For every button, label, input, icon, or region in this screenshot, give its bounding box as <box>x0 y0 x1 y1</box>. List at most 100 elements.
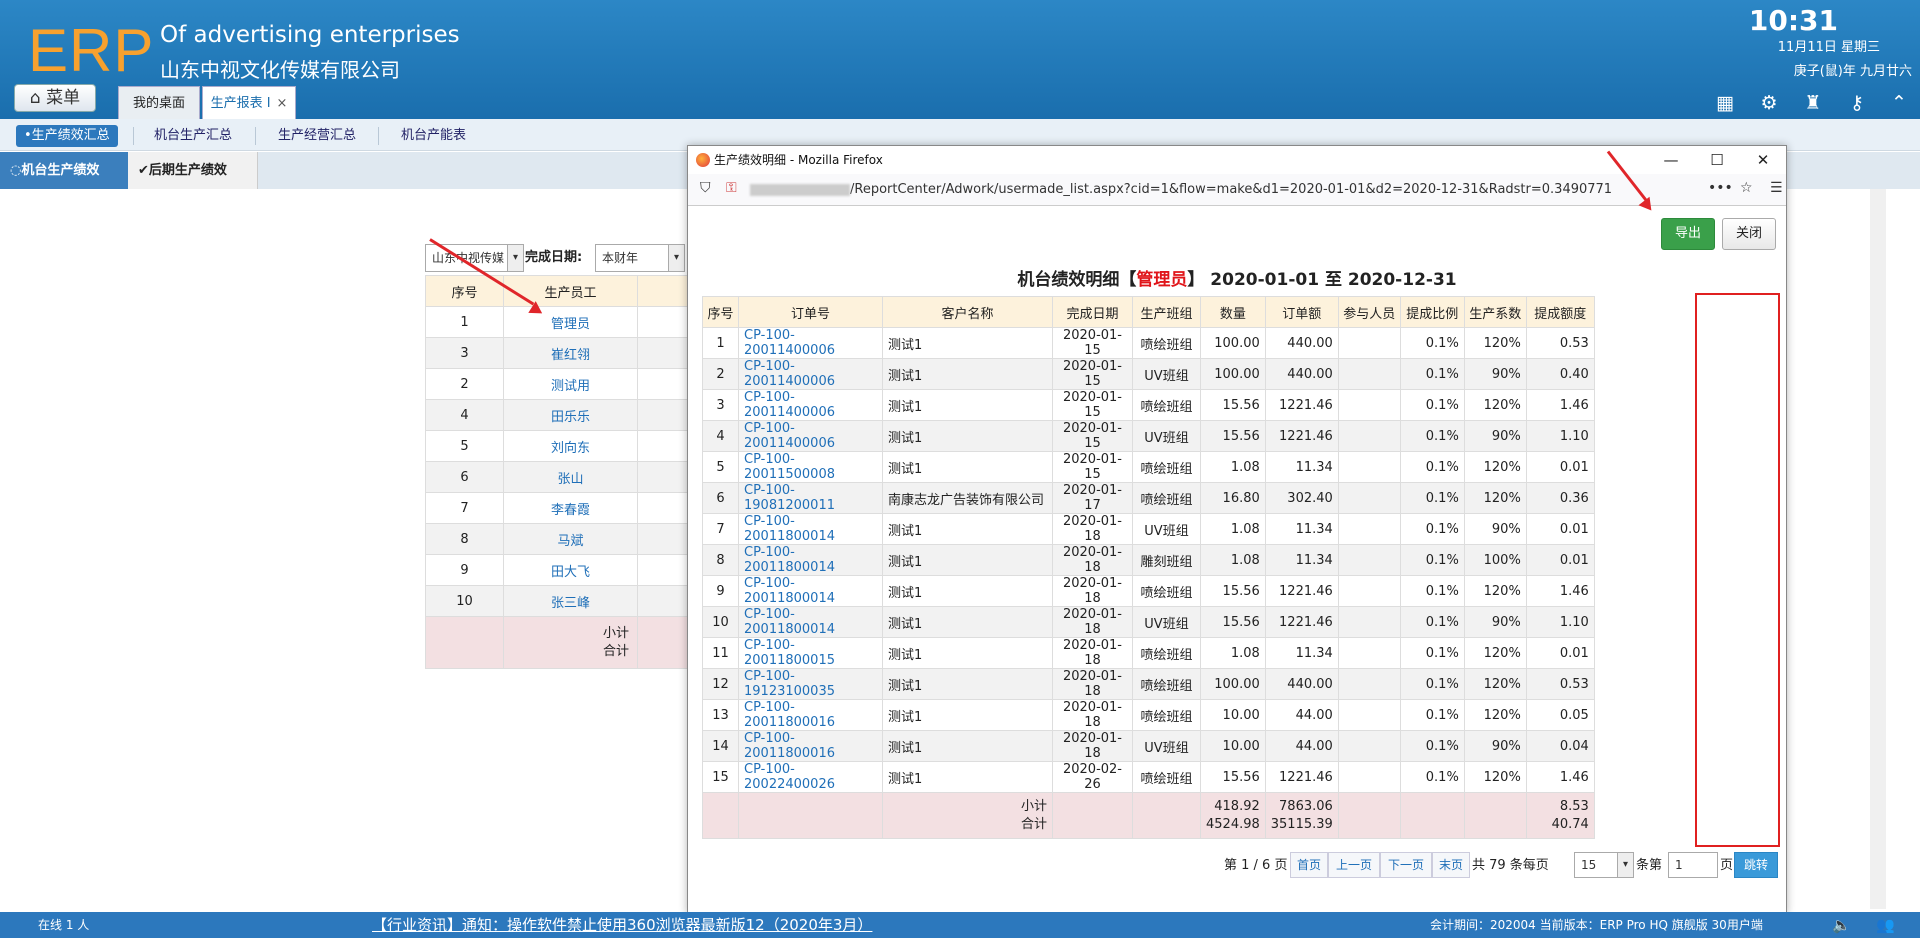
table-cell: UV班组 <box>1132 513 1201 545</box>
page-scrollbar[interactable] <box>1870 189 1886 909</box>
table-row: 15 CP-100-20022400026 测试1 2020-02-26 喷绘班组 15.… <box>702 761 1595 793</box>
table-cell: 2020-01-15 <box>1052 451 1133 483</box>
employee-link[interactable]: 马斌 <box>503 523 638 555</box>
url-field[interactable]: /ReportCenter/Adwork/usermade_list.aspx?… <box>750 179 1612 201</box>
more-icon[interactable]: ••• <box>1708 180 1733 196</box>
tab-my-desktop[interactable]: 我的桌面 <box>118 86 200 119</box>
order-link[interactable]: CP-100-20022400026 <box>738 761 883 793</box>
prev-page-button[interactable]: 上一页 <box>1328 852 1380 878</box>
volume-icon[interactable]: 🔈 <box>1832 912 1851 938</box>
tab-post-performance[interactable]: ✔后期生产绩效 <box>128 152 258 189</box>
firefox-icon <box>696 153 710 167</box>
table-cell: 2020-01-15 <box>1052 420 1133 452</box>
order-link[interactable]: CP-100-20011500008 <box>738 451 883 483</box>
employee-link[interactable]: 田乐乐 <box>503 399 638 431</box>
tab-machine-performance[interactable]: ◌机台生产绩效 <box>0 152 128 189</box>
status-bar: 在线 1 人 【行业资讯】通知：操作软件禁止使用360浏览器最新版12（2020… <box>0 912 1920 938</box>
table-cell <box>1337 451 1401 483</box>
order-link[interactable]: CP-100-20011400006 <box>738 358 883 390</box>
order-link[interactable]: CP-100-19081200011 <box>738 482 883 514</box>
order-link[interactable]: CP-100-20011400006 <box>738 420 883 452</box>
employee-link[interactable]: 测试用 <box>503 368 638 400</box>
insecure-lock-icon[interactable]: ⚿ <box>726 180 737 196</box>
last-page-button[interactable]: 末页 <box>1432 852 1470 878</box>
table-cell: 喷绘班组 <box>1132 575 1201 607</box>
order-link[interactable]: CP-100-20011800016 <box>738 730 883 762</box>
employee-table: 序号 生产员工 1 管理员 3 崔红翎 2 测试用 4 田乐乐 5 刘向东 6 张山 7 李春霞 8 马斌 9 田大… <box>425 275 698 669</box>
hamburger-icon[interactable]: ☰ <box>1770 180 1783 196</box>
column-header: 提成额度 <box>1525 296 1595 328</box>
goto-page-input[interactable]: 1 <box>1668 852 1718 878</box>
table-cell: 90% <box>1463 513 1527 545</box>
table-row: 12 CP-100-19123100035 测试1 2020-01-18 喷绘班组 100… <box>702 668 1595 700</box>
table-cell: 0.04 <box>1525 730 1595 762</box>
close-icon[interactable]: × <box>277 96 288 111</box>
row-index: 4 <box>425 399 504 431</box>
table-cell: 南康志龙广告装饰有限公司 <box>882 482 1053 514</box>
shield-icon[interactable]: ⛉ <box>700 180 711 196</box>
employee-link[interactable]: 张三峰 <box>503 585 638 617</box>
employee-link[interactable]: 刘向东 <box>503 430 638 462</box>
order-link[interactable]: CP-100-19123100035 <box>738 668 883 700</box>
subnav-operation-summary[interactable]: 生产经营汇总 <box>270 125 364 147</box>
close-button[interactable]: 关闭 <box>1722 218 1776 250</box>
order-link[interactable]: CP-100-20011800014 <box>738 544 883 576</box>
key-icon[interactable]: ⚷ <box>1846 92 1868 114</box>
table-row: 1 管理员 <box>425 306 698 338</box>
table-cell: 0.1% <box>1399 761 1465 793</box>
table-cell: 15 <box>702 761 739 793</box>
address-bar[interactable]: ⛉ ⚿ /ReportCenter/Adwork/usermade_list.a… <box>688 174 1786 206</box>
menu-button[interactable]: ⌂ 菜单 <box>14 84 96 112</box>
table-cell: 0.1% <box>1399 544 1465 576</box>
table-cell: 测试1 <box>882 451 1053 483</box>
tab-production-report[interactable]: 生产报表 I × <box>202 86 296 119</box>
table-cell: 120% <box>1463 389 1527 421</box>
table-cell: 2020-01-18 <box>1052 575 1133 607</box>
order-link[interactable]: CP-100-20011400006 <box>738 389 883 421</box>
subnav-performance-summary[interactable]: •生产绩效汇总 <box>16 125 118 147</box>
subnav-machine-summary[interactable]: 机台生产汇总 <box>146 125 240 147</box>
maximize-button[interactable]: ☐ <box>1694 146 1740 174</box>
table-cell: 测试1 <box>882 327 1053 359</box>
first-page-button[interactable]: 首页 <box>1290 852 1328 878</box>
chevron-down-icon: ▾ <box>1617 853 1633 877</box>
order-link[interactable]: CP-100-20011800015 <box>738 637 883 669</box>
table-cell: 1 <box>702 327 739 359</box>
close-window-button[interactable]: ✕ <box>1740 146 1786 174</box>
order-link[interactable]: CP-100-20011800016 <box>738 699 883 731</box>
table-row: 6 张山 <box>425 461 698 493</box>
table-cell: 11.34 <box>1264 451 1339 483</box>
goto-button[interactable]: 跳转 <box>1734 852 1778 878</box>
employee-link[interactable]: 崔红翎 <box>503 337 638 369</box>
gear-icon[interactable]: ⚙ <box>1758 92 1780 114</box>
collapse-icon[interactable]: ⌃ <box>1888 92 1910 114</box>
table-cell: 15.56 <box>1200 389 1266 421</box>
date-select[interactable]: 本财年 ▾ <box>595 244 685 272</box>
order-link[interactable]: CP-100-20011800014 <box>738 575 883 607</box>
employee-link[interactable]: 李春霞 <box>503 492 638 524</box>
circle-icon: ◌ <box>10 163 22 178</box>
table-row: 2 CP-100-20011400006 测试1 2020-01-15 UV班组 100.… <box>702 358 1595 390</box>
grid-add-icon[interactable]: ▦ <box>1714 92 1736 114</box>
minimize-button[interactable]: — <box>1648 146 1694 174</box>
table-cell: 1.10 <box>1525 606 1595 638</box>
table-row: 14 CP-100-20011800016 测试1 2020-01-18 UV班组 10.… <box>702 730 1595 762</box>
shirt-icon[interactable]: ♜ <box>1802 92 1824 114</box>
star-icon[interactable]: ☆ <box>1740 180 1753 196</box>
per-page-select[interactable]: 15 ▾ <box>1574 852 1634 878</box>
employee-link[interactable]: 张山 <box>503 461 638 493</box>
table-cell: 测试1 <box>882 730 1053 762</box>
table-cell: 1.46 <box>1525 575 1595 607</box>
order-link[interactable]: CP-100-20011400006 <box>738 327 883 359</box>
next-page-button[interactable]: 下一页 <box>1380 852 1432 878</box>
employee-link[interactable]: 田大飞 <box>503 554 638 586</box>
employee-link[interactable]: 管理员 <box>503 306 638 338</box>
clock-date: 11月11日 星期三 <box>1777 40 1880 55</box>
order-link[interactable]: CP-100-20011800014 <box>738 513 883 545</box>
news-notice-link[interactable]: 【行业资讯】通知：操作软件禁止使用360浏览器最新版12（2020年3月） <box>372 912 872 938</box>
table-cell: 0.1% <box>1399 637 1465 669</box>
subnav-capacity[interactable]: 机台产能表 <box>393 125 474 147</box>
export-button[interactable]: 导出 <box>1661 218 1715 250</box>
order-link[interactable]: CP-100-20011800014 <box>738 606 883 638</box>
users-icon[interactable]: 👥 <box>1876 912 1895 938</box>
